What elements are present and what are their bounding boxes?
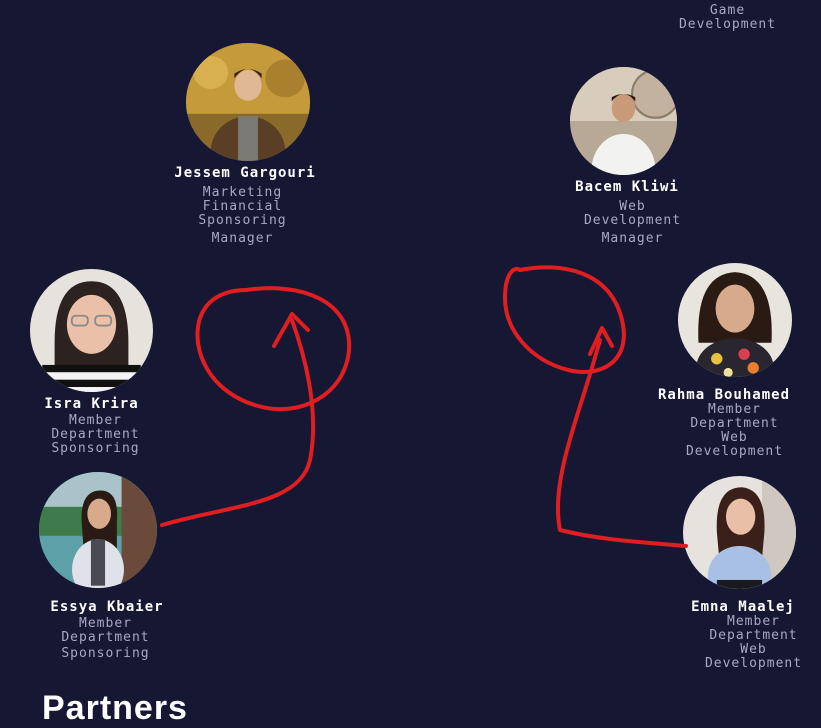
annotation-arrow-left — [160, 312, 316, 527]
annotation-circle-left — [195, 286, 352, 412]
role-bacem: Web Development Manager — [565, 200, 700, 246]
role-line: Game — [709, 3, 746, 18]
role-line: Marketing — [202, 185, 283, 200]
role-line: Department — [709, 628, 798, 643]
role-essya: Member Department Sponsoring — [38, 617, 173, 661]
person-photo-icon — [683, 476, 796, 589]
avatar-isra — [30, 269, 153, 392]
role-line: Department — [61, 630, 150, 645]
role-line: Manager — [211, 231, 274, 246]
role-line: Member — [79, 616, 132, 631]
role-emna: Member Department Web Development — [686, 615, 821, 671]
name-isra: Isra Krira — [44, 396, 139, 412]
role-line: Development — [678, 17, 777, 32]
role-isra: Member Department Sponsoring — [28, 414, 163, 456]
partners-heading: Partners — [42, 689, 188, 727]
role-line: Web — [740, 642, 767, 657]
name-rahma: Rahma Bouhamed — [658, 387, 791, 403]
role-line: Development — [583, 213, 682, 228]
role-line: Web — [619, 199, 646, 214]
role-line: Member — [69, 413, 122, 428]
avatar-bacem — [570, 67, 677, 175]
role-line: Sponsoring — [198, 213, 287, 228]
name-jessem: Jessem Gargouri — [174, 165, 316, 181]
role-jessem: Marketing Financial Sponsoring Manager — [175, 186, 310, 246]
role-line: Manager — [601, 231, 664, 246]
name-emna: Emna Maalej — [691, 599, 795, 615]
role-line: Sponsoring — [51, 441, 140, 456]
name-essya: Essya Kbaier — [50, 599, 164, 615]
avatar-emna — [683, 476, 796, 589]
role-line: Development — [685, 444, 784, 459]
avatar-essya — [39, 472, 157, 588]
role-line: Department — [690, 416, 779, 431]
role-line: Sponsoring — [61, 646, 150, 661]
role-line: Web — [721, 430, 748, 445]
role-line: Member — [727, 614, 780, 629]
role-line: Member — [708, 402, 761, 417]
person-photo-icon — [30, 269, 153, 392]
person-photo-icon — [678, 263, 792, 377]
avatar-jessem — [186, 43, 310, 161]
avatar-rahma — [678, 263, 792, 377]
person-photo-icon — [39, 472, 157, 588]
name-bacem: Bacem Kliwi — [575, 179, 679, 195]
role-line: Development — [704, 656, 803, 671]
role-line: Financial — [202, 199, 283, 214]
person-photo-icon — [570, 67, 677, 175]
role-line: Department — [51, 427, 140, 442]
person-photo-icon — [186, 43, 310, 161]
annotation-circle-right — [503, 265, 626, 374]
role-rahma: Member Department Web Development — [667, 403, 802, 459]
top-right-role: Game Development — [660, 0, 795, 32]
